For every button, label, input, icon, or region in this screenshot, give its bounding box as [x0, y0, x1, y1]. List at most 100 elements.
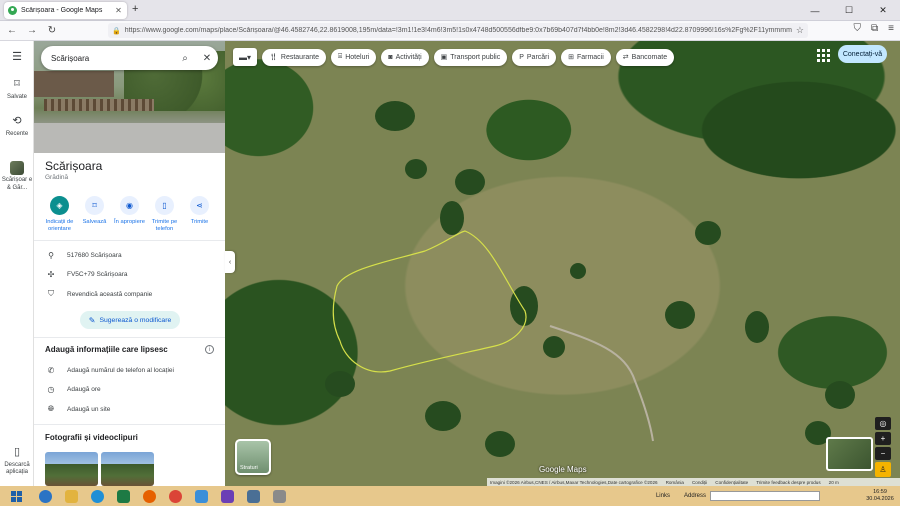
chip-pharmacy[interactable]: ⊞ Farmacii — [561, 48, 611, 66]
suggest-edit-button[interactable]: ✎ Sugerează o modificare — [80, 311, 180, 329]
add-hours-row[interactable]: ◷ Adaugă ore — [45, 385, 101, 394]
reload-icon[interactable]: ↻ — [44, 23, 60, 39]
chip-label: Activități — [395, 53, 422, 61]
street-view-pegman-icon[interactable]: ♙ — [875, 462, 891, 477]
link-privacy[interactable]: Confidențialitate — [715, 480, 748, 485]
zoom-in-icon[interactable]: + — [875, 432, 891, 445]
url-bar[interactable]: 🔒 https://www.google.com/maps/place/Scăr… — [108, 23, 808, 38]
attribution-text: Imagini ©2026 Airbus,CNES / Airbus,Maxar… — [490, 479, 658, 485]
menu-button[interactable]: ☰ — [0, 51, 34, 67]
bookmark-star-icon[interactable]: ☆ — [796, 25, 804, 36]
clock-time: 16:59 — [873, 489, 887, 496]
layers-label: Straturi — [240, 465, 258, 471]
directions-button[interactable]: ◈ Indicații de orientare — [43, 196, 77, 233]
history-icon: ⟲ — [12, 115, 22, 127]
send-to-phone-button[interactable]: ▯ Trimite pe telefon — [148, 196, 182, 233]
divider — [34, 337, 225, 338]
info-icon[interactable]: i — [205, 345, 214, 354]
taskbar-edge[interactable] — [84, 486, 110, 506]
chip-atm[interactable]: ⇄ Bancomate — [615, 48, 675, 66]
map-type-preview[interactable] — [826, 437, 873, 471]
scale-label[interactable]: 20 m — [829, 480, 839, 485]
collapse-panel-button[interactable]: ‹ — [225, 251, 235, 273]
sign-in-button[interactable]: Conectați-vă — [838, 45, 887, 63]
add-website-row[interactable]: 🌐︎ Adaugă un site — [45, 404, 111, 414]
back-arrow-icon[interactable]: ← — [4, 23, 20, 39]
chip-hotels[interactable]: ⌸ Hoteluri — [331, 48, 377, 66]
chip-restaurants[interactable]: 🍴︎ Restaurante — [262, 48, 327, 66]
nearby-button[interactable]: ◉ În apropiere — [113, 196, 147, 233]
chip-label: Parcări — [526, 53, 550, 61]
taskbar-chrome[interactable] — [162, 486, 188, 506]
maximize-icon[interactable]: ☐ — [832, 0, 866, 21]
start-button[interactable] — [0, 486, 32, 506]
taskbar-app-purple[interactable] — [214, 486, 240, 506]
add-phone-row[interactable]: ✆ Adaugă numărul de telefon al locației — [45, 366, 174, 375]
place-category[interactable]: Grădină — [45, 174, 68, 181]
browser-tab-active[interactable]: Scărișoara - Google Maps ✕ — [4, 2, 127, 19]
link-terms[interactable]: Condiții — [692, 480, 707, 485]
links-toolbar-label[interactable]: Links — [656, 493, 670, 499]
chip-public-transport[interactable]: ▣ Transport public — [433, 48, 508, 66]
clear-search-icon[interactable]: ✕ — [196, 53, 218, 64]
firefox-icon — [142, 489, 156, 503]
chip-label: Transport public — [450, 53, 501, 61]
plus-code-row[interactable]: ✣ FV5C+79 Scărișoara — [45, 270, 128, 279]
taskbar-excel[interactable] — [110, 486, 136, 506]
claim-business-row[interactable]: ⛉ Revendică această companie — [45, 289, 152, 299]
address-toolbar-input[interactable] — [710, 491, 820, 501]
save-button[interactable]: ⌑ Salvează — [78, 196, 112, 233]
tools-icon — [272, 489, 286, 503]
recent-place-button[interactable]: Scărișoar e & Găr... — [0, 161, 34, 192]
chip-parking[interactable]: P Parcări — [512, 48, 557, 66]
search-input[interactable]: Scărișoara — [51, 54, 174, 63]
my-location-icon[interactable]: ◎ — [875, 417, 891, 430]
photo-thumbnail[interactable] — [101, 452, 154, 486]
saved-label: Salvate — [6, 93, 27, 100]
share-button[interactable]: ⋖ Trimite — [183, 196, 217, 233]
internet-explorer-icon — [38, 489, 52, 503]
search-box[interactable]: Scărișoara ⌕ ✕ — [41, 46, 218, 70]
taskbar-app-monitor[interactable] — [240, 486, 266, 506]
map-style-toggle[interactable]: ▬▾ — [233, 48, 257, 66]
taskbar-ie[interactable] — [32, 486, 58, 506]
address-row[interactable]: ⚲ 517680 Scărișoara — [45, 251, 122, 260]
place-title: Scărișoara — [45, 159, 103, 173]
download-app-label: Descarcă aplicația — [4, 461, 30, 476]
window-close-icon[interactable]: ✕ — [866, 0, 900, 21]
windows-logo-icon — [10, 490, 22, 502]
google-apps-icon[interactable] — [816, 48, 830, 62]
photo-building — [34, 71, 114, 97]
chip-activities[interactable]: ◙ Activități — [381, 48, 429, 66]
link-country[interactable]: România — [666, 480, 684, 485]
extensions-icon[interactable]: ⧉ — [871, 23, 878, 34]
phone-icon: ▯ — [155, 196, 174, 215]
directions-icon: ◈ — [50, 196, 69, 215]
recent-button[interactable]: ⟲ Recente — [0, 115, 34, 138]
new-tab-plus-icon[interactable]: + — [132, 3, 138, 15]
forward-arrow-icon[interactable]: → — [24, 23, 40, 39]
download-app-button[interactable]: ▯ Descarcă aplicația — [0, 446, 34, 477]
satellite-map[interactable] — [225, 41, 900, 486]
hamburger-menu-icon[interactable]: ≡ — [888, 23, 894, 34]
search-icon[interactable]: ⌕ — [174, 53, 196, 64]
map-attribution-bar: Imagini ©2026 Airbus,CNES / Airbus,Maxar… — [487, 478, 900, 486]
zoom-out-icon[interactable]: − — [875, 447, 891, 460]
link-feedback[interactable]: Trimite feedback despre produs — [756, 480, 820, 485]
minimize-icon[interactable]: — — [798, 0, 832, 21]
verified-shield-icon: ⛉ — [48, 289, 54, 298]
parking-icon: P — [519, 53, 524, 61]
recent-place-label: Scărișoar e & Găr... — [1, 177, 33, 191]
taskbar-app-tools[interactable] — [266, 486, 292, 506]
layers-button[interactable]: Straturi — [235, 439, 271, 475]
taskbar-firefox[interactable] — [136, 486, 162, 506]
taskbar-explorer[interactable] — [58, 486, 84, 506]
shield-icon[interactable]: ⛉ — [854, 23, 862, 34]
saved-button[interactable]: ⌑ Salvate — [0, 78, 34, 101]
photo-thumbnail[interactable] — [45, 452, 98, 486]
google-maps-logo: Google Maps — [539, 465, 587, 474]
boundary-path — [332, 230, 527, 373]
taskbar-app-blue[interactable] — [188, 486, 214, 506]
close-icon[interactable]: ✕ — [114, 6, 123, 15]
clock[interactable]: 16:59 30.04.2026 — [860, 489, 900, 502]
